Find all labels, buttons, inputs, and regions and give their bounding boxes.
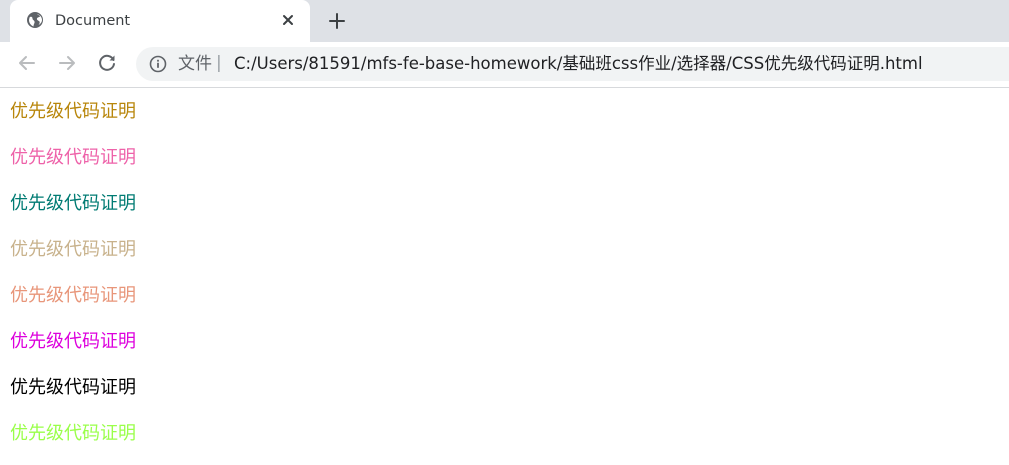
address-bar[interactable]: 文件 | C:/Users/81591/mfs-fe-base-homework… <box>136 47 1009 81</box>
priority-text-line: 优先级代码证明 <box>10 331 136 352</box>
tab-title: Document <box>55 13 131 29</box>
close-icon[interactable] <box>278 10 298 30</box>
scheme-label: 文件 <box>178 54 212 74</box>
priority-text-line: 优先级代码证明 <box>10 193 136 214</box>
info-icon[interactable] <box>149 55 167 73</box>
priority-text-line: 优先级代码证明 <box>10 423 136 444</box>
browser-tab[interactable]: Document <box>10 0 310 42</box>
browser-toolbar: 文件 | C:/Users/81591/mfs-fe-base-homework… <box>0 42 1009 88</box>
priority-text-line: 优先级代码证明 <box>10 377 136 398</box>
url-text[interactable]: C:/Users/81591/mfs-fe-base-homework/基础班c… <box>234 54 923 74</box>
globe-icon <box>27 12 43 28</box>
reload-icon[interactable] <box>95 51 119 75</box>
arrow-right-icon[interactable] <box>55 51 79 75</box>
priority-text-line: 优先级代码证明 <box>10 101 136 122</box>
priority-text-line: 优先级代码证明 <box>10 285 136 306</box>
priority-text-line: 优先级代码证明 <box>10 147 136 168</box>
arrow-left-icon[interactable] <box>15 51 39 75</box>
url-separator: | <box>216 53 222 73</box>
priority-text-line: 优先级代码证明 <box>10 239 136 260</box>
tab-strip: Document <box>0 0 1009 42</box>
plus-icon[interactable] <box>325 9 349 33</box>
page-content: 优先级代码证明 优先级代码证明 优先级代码证明 优先级代码证明 优先级代码证明 … <box>0 88 1009 465</box>
